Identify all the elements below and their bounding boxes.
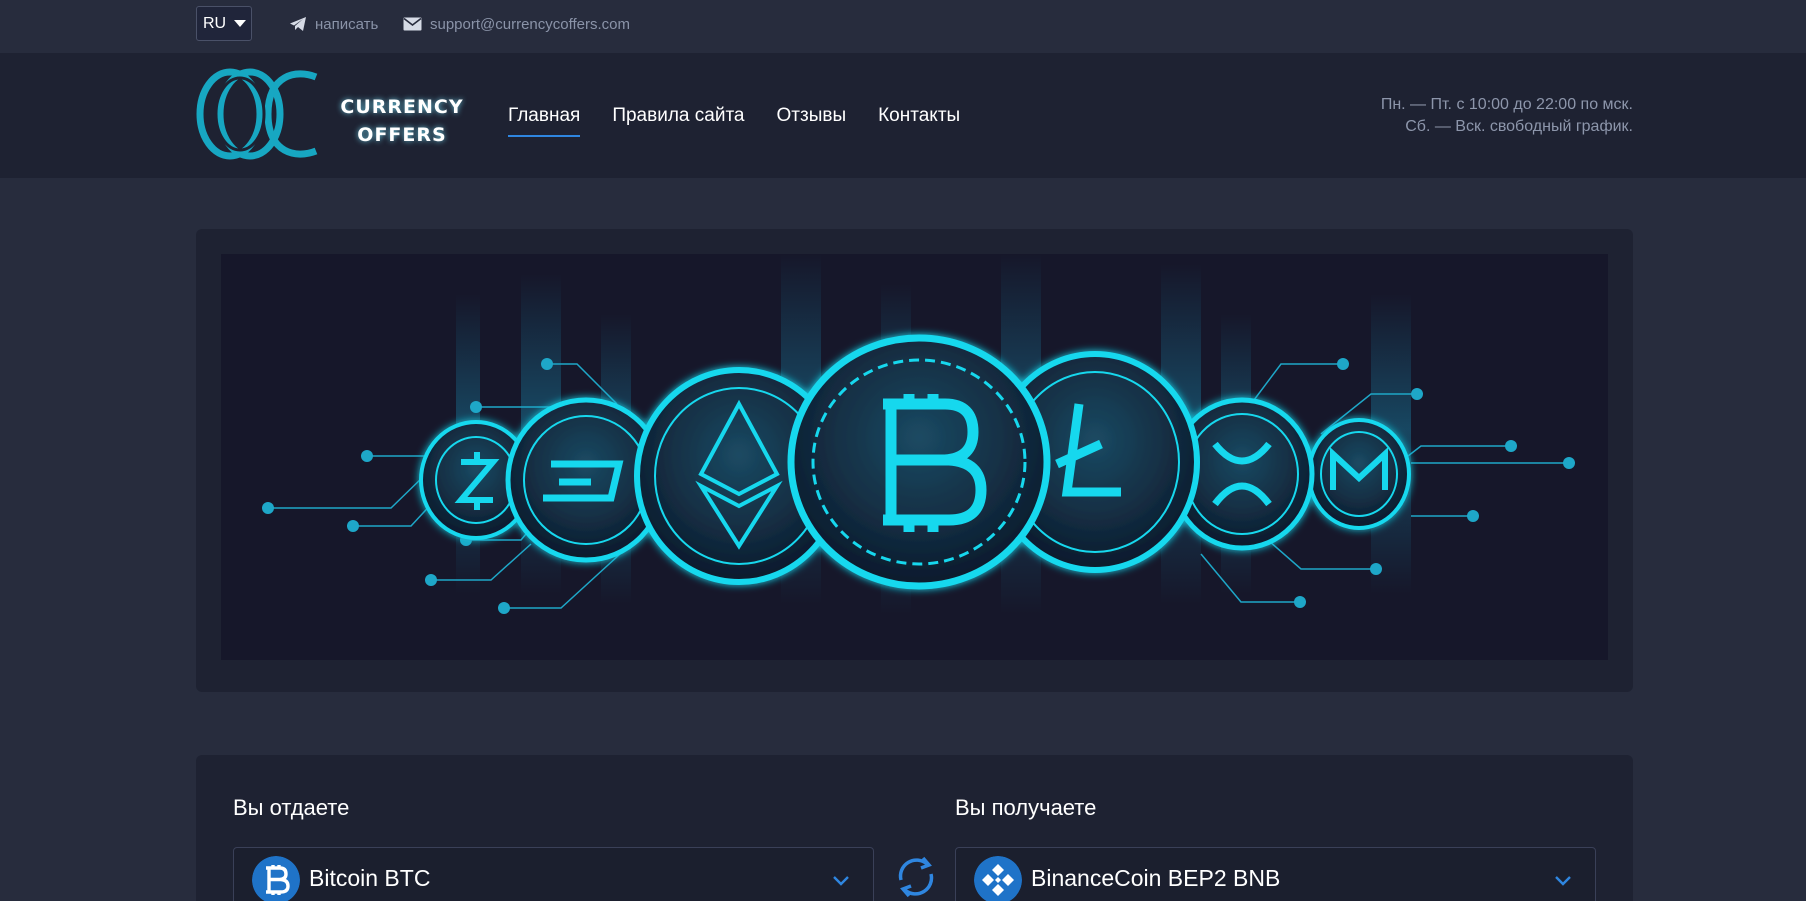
binance-coin-icon [974,856,1022,901]
give-label: Вы отдаете [233,795,350,820]
write-link-label: написать [315,15,379,33]
write-link[interactable]: написать [289,13,378,35]
nav-item-contacts[interactable]: Контакты [878,105,960,137]
working-hours-weekend: Сб. — Вск. свободный график. [1405,118,1633,135]
logo-text: CURRENCY OFFERS [328,93,476,149]
nav-item-home[interactable]: Главная [508,105,581,137]
site-header: CURRENCY OFFERS Главная Правила сайта От… [0,53,1806,178]
get-currency-select[interactable]: BinanceCoin BEP2 BNB [955,847,1596,901]
swap-icon[interactable] [893,854,939,900]
working-hours-weekdays: Пн. — Пт. с 10:00 до 22:00 по мск. [1380,96,1633,113]
email-link-label: support@currencycoffers.com [430,15,631,33]
top-bar: RU написать support@currencycoffers.com [0,0,1806,53]
chevron-down-icon [833,876,849,886]
envelope-icon [403,17,422,31]
chevron-down-icon [1555,876,1571,886]
main-nav: Главная Правила сайта Отзывы Контакты [508,105,960,137]
bitcoin-coin-icon [787,334,1051,590]
nav-item-rules[interactable]: Правила сайта [612,105,744,137]
give-currency-select[interactable]: Bitcoin BTC [233,847,874,901]
logo-text-line2: OFFERS [357,124,447,146]
give-currency-name: Bitcoin BTC [309,865,431,891]
logo-text-line1: CURRENCY [340,96,464,118]
monero-coin-icon [1307,418,1411,530]
bitcoin-icon [252,856,300,901]
get-label: Вы получаете [955,795,1097,820]
caret-down-icon [234,20,247,27]
email-link[interactable]: support@currencycoffers.com [403,13,630,35]
telegram-icon [290,17,306,31]
banner-card [196,229,1633,692]
language-value: RU [203,14,227,32]
language-select[interactable]: RU [196,6,252,41]
crypto-banner [221,254,1608,660]
get-currency-name: BinanceCoin BEP2 BNB [1031,865,1281,891]
crypto-coins-illustration [262,254,1575,614]
working-hours: Пн. — Пт. с 10:00 до 22:00 по мск. Сб. —… [1381,94,1633,138]
exchange-form: Вы отдаете Вы получаете Bitcoin BTC Bina… [196,755,1633,901]
nav-item-reviews[interactable]: Отзывы [777,105,847,137]
